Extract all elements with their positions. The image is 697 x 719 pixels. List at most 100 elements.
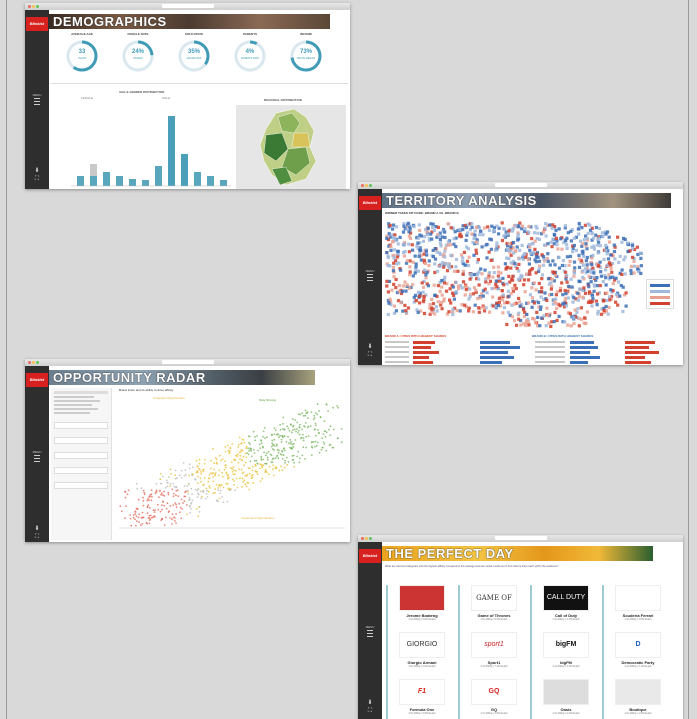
- kpi-value: 33: [78, 49, 86, 55]
- affinity-card[interactable]: GIORGIO ARMANIGiorgio Armani1.6x Affinit…: [390, 632, 454, 674]
- scatter-points: [119, 403, 343, 527]
- filter-select[interactable]: [54, 482, 108, 489]
- minimize-button[interactable]: [365, 184, 368, 187]
- window-territory-analysis[interactable]: Blinkist MENU ⬇ ⛶ TERRITORY ANALYSIS WIN…: [358, 182, 683, 365]
- affinity-card[interactable]: sport1 Sport1 1.3x Affinity | 7.4% Reach: [462, 632, 526, 674]
- brand-logo[interactable]: Blinkist: [26, 373, 48, 387]
- kpi-ring: [234, 40, 266, 72]
- category-strip: [530, 585, 532, 719]
- quadrant-label-stay-strong: Stay Strong: [259, 398, 276, 402]
- affinity-card[interactable]: CALL DUTY Call of Duty 1.4x Affinity | 4.1…: [534, 585, 598, 627]
- menu-label: MENU: [32, 93, 42, 97]
- download-icon[interactable]: ⬇: [365, 344, 375, 350]
- address-bar[interactable]: [494, 183, 547, 187]
- address-bar[interactable]: [494, 536, 547, 540]
- address-bar[interactable]: [161, 4, 214, 8]
- filter-select[interactable]: [54, 467, 108, 474]
- bar: [207, 176, 214, 186]
- download-icon[interactable]: ⬇: [365, 700, 375, 706]
- close-button[interactable]: [28, 5, 31, 8]
- brand-logo-tile: GAME OF THRONES: [471, 585, 517, 611]
- brand-metrics: 1.4x Affinity | 3.3% Reach: [552, 665, 580, 668]
- dashboard-content: OPPORTUNITY RADAR Brand index and its ab…: [49, 366, 350, 542]
- brand-metrics: 1.2x Affinity | 5.6% Reach: [408, 618, 436, 621]
- brand-logo-tile: GIORGIO ARMANI: [399, 632, 445, 658]
- bar: [220, 180, 227, 186]
- brand-logo-tile: [399, 585, 445, 611]
- affinity-card[interactable]: Scuderia Ferrari 1.3x Affinity | 3.8% Rea…: [606, 585, 670, 627]
- affinity-card[interactable]: bigFM bigFM 1.4x Affinity | 3.3% Reach: [534, 632, 598, 674]
- sidebar: Blinkist MENU ⬇ ⛶: [25, 10, 49, 189]
- map-legend: [646, 279, 674, 309]
- affinity-card[interactable]: GAME OF THRONESGame of Thrones1.5x Affin…: [462, 585, 526, 627]
- download-icon[interactable]: ⬇: [32, 526, 42, 532]
- fullscreen-icon[interactable]: ⛶: [365, 352, 375, 358]
- regional-map: [236, 105, 346, 189]
- window-demographics[interactable]: Blinkist MENU ⬇ ⛶ DEMOGRAPHICS AVERAGE A…: [25, 3, 350, 189]
- brand-logo-tile: [615, 585, 661, 611]
- menu-button[interactable]: MENU: [364, 269, 376, 281]
- page-subtitle: What are the best categories with the hi…: [385, 565, 559, 568]
- kpi-label: INCOME: [300, 32, 312, 36]
- page-title: THE PERFECT DAY: [386, 546, 514, 561]
- affinity-card[interactable]: D Democratic Party 1.2x Affinity | 2.1% Re…: [606, 632, 670, 674]
- bar: [116, 176, 123, 186]
- brand-logo-tile: CALL DUTY: [543, 585, 589, 611]
- brand-metrics: 1.7x Affinity | 3.5% Reach: [480, 712, 508, 715]
- menu-label: MENU: [32, 450, 42, 454]
- kpi-unit: YEARS: [77, 57, 87, 60]
- zoom-button[interactable]: [36, 5, 39, 8]
- regional-title: REGIONAL DISTRIBUTION: [264, 98, 302, 102]
- window-opportunity-radar[interactable]: Blinkist MENU ⬇ ⛶ OPPORTUNITY RADAR Bran…: [25, 359, 350, 542]
- address-bar[interactable]: [161, 360, 214, 364]
- minimize-button[interactable]: [32, 361, 35, 364]
- bar: [77, 176, 84, 186]
- filter-select[interactable]: [54, 452, 108, 459]
- close-button[interactable]: [28, 361, 31, 364]
- filter-select[interactable]: [54, 422, 108, 429]
- affinity-card[interactable]: GQ GQ 1.7x Affinity | 3.5% Reach: [462, 679, 526, 719]
- hamburger-icon: [34, 98, 40, 105]
- brand-metrics: 1.5x Affinity | 6.8% Reach: [408, 712, 436, 715]
- opportunity-scatter-plot: [119, 403, 345, 529]
- kpi-value: 4%: [245, 49, 255, 55]
- affinity-card[interactable]: Oasis 1.3x Affinity | 2.4% Reach: [534, 679, 598, 719]
- bar: [155, 166, 162, 186]
- brand-logo[interactable]: Blinkist: [359, 549, 381, 563]
- zoom-button[interactable]: [369, 184, 372, 187]
- menu-button[interactable]: MENU: [364, 625, 376, 637]
- affinity-card[interactable]: Jerome Boateng 1.2x Affinity | 5.6% Reach: [390, 585, 454, 627]
- fullscreen-icon[interactable]: ⛶: [365, 708, 375, 714]
- window-perfect-day[interactable]: Blinkist MENU ⬇ ⛶ THE PERFECT DAY What a…: [358, 535, 683, 719]
- download-icon[interactable]: ⬇: [32, 168, 42, 174]
- title-banner: DEMOGRAPHICS: [49, 14, 330, 29]
- filter-select[interactable]: [54, 437, 108, 444]
- city-share-bars: [385, 341, 659, 364]
- legend-male: MALE: [162, 96, 171, 100]
- brand-logo[interactable]: Blinkist: [359, 196, 381, 210]
- bar: [103, 172, 110, 186]
- brand-logo[interactable]: Blinkist: [26, 17, 48, 31]
- zoom-button[interactable]: [36, 361, 39, 364]
- bar: [142, 180, 149, 186]
- category-strip: [602, 585, 604, 719]
- fullscreen-icon[interactable]: ⛶: [32, 534, 42, 540]
- affinity-card[interactable]: Boutique 1.2x Affinity | 1.9% Reach: [606, 679, 670, 719]
- quadrant-label-investment: Investment Opportunities: [241, 516, 275, 520]
- affinity-card[interactable]: F1 Formula One 1.5x Affinity | 6.8% Reach: [390, 679, 454, 719]
- minimize-button[interactable]: [365, 537, 368, 540]
- minimize-button[interactable]: [32, 5, 35, 8]
- close-button[interactable]: [361, 184, 364, 187]
- brand-metrics: 1.5x Affinity | 6.2% Reach: [480, 618, 508, 621]
- menu-button[interactable]: MENU: [31, 450, 43, 462]
- close-button[interactable]: [361, 537, 364, 540]
- zoom-button[interactable]: [369, 537, 372, 540]
- territory-map: [385, 221, 643, 329]
- fullscreen-icon[interactable]: ⛶: [32, 176, 42, 182]
- page-title: DEMOGRAPHICS: [53, 14, 167, 29]
- kpi-card: AVERAGE AGE 33 YEARS: [59, 32, 105, 80]
- quadrant-label-dont: Don't: [169, 516, 176, 520]
- sidebar: Blinkist MENU ⬇ ⛶: [358, 189, 382, 365]
- quadrant-label-untapped: Untapped Opportunities: [153, 396, 185, 400]
- menu-button[interactable]: MENU: [31, 93, 43, 105]
